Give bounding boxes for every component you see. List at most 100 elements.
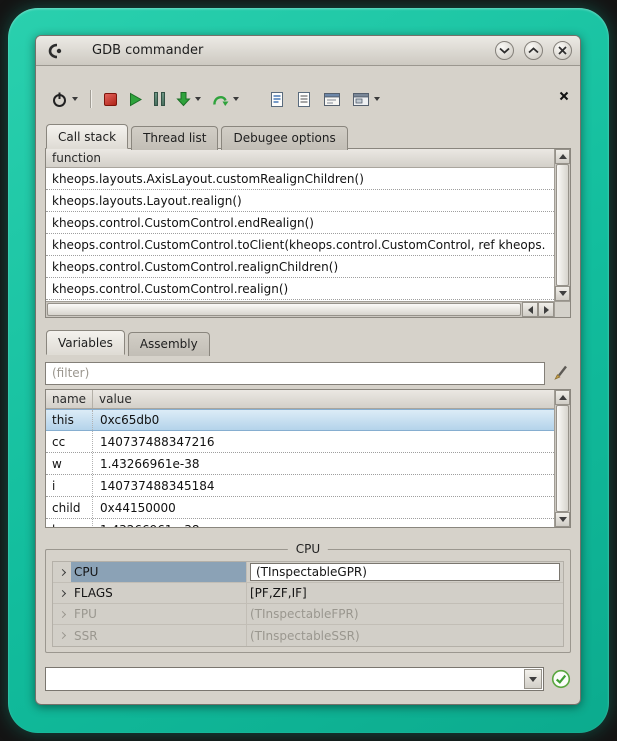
filter-input[interactable] (45, 362, 545, 385)
register-group-name[interactable]: FPU (71, 604, 247, 624)
execute-command-button[interactable] (551, 669, 571, 689)
variable-row[interactable]: cc 140737488347216 (46, 431, 554, 453)
scrollbar-thumb[interactable] (47, 303, 521, 316)
tab-thread-list[interactable]: Thread list (131, 126, 218, 150)
window-frame: GDB commander (8, 8, 609, 733)
close-icon (559, 91, 569, 101)
variable-value: 1.43266961e-38 (93, 519, 554, 527)
gdb-commander-window: GDB commander (35, 35, 581, 705)
expand-chevron-icon[interactable] (53, 583, 71, 603)
power-icon (51, 91, 68, 108)
callstack-row[interactable]: kheops.control.CustomControl.realignChil… (46, 256, 554, 278)
arrow-up-icon (559, 395, 567, 400)
callstack-row[interactable]: kheops.layouts.Layout.realign() (46, 190, 554, 212)
register-group-name[interactable]: SSR (71, 625, 247, 646)
scrollbar-track[interactable] (555, 405, 570, 512)
maximize-button[interactable] (524, 41, 543, 60)
register-group-value[interactable]: (TInspectableSSR) (247, 625, 563, 646)
pause-button[interactable] (152, 90, 167, 108)
panel-close-button[interactable] (559, 91, 569, 101)
scrollbar-corner (554, 301, 570, 317)
scroll-down-button[interactable] (555, 512, 570, 527)
cpu-register-row[interactable]: SSR (TInspectableSSR) (53, 625, 563, 646)
scroll-right-button[interactable] (538, 302, 554, 317)
cpu-groupbox: CPU CPU (TInspectableGPR) FLAGS [PF,ZF,I… (45, 549, 571, 653)
run-button[interactable] (126, 90, 145, 109)
expand-chevron-icon[interactable] (53, 625, 71, 646)
cpu-register-row[interactable]: FLAGS [PF,ZF,IF] (53, 583, 563, 604)
power-button[interactable] (49, 89, 80, 110)
filter-brush-button[interactable] (551, 363, 571, 383)
cpu-register-row[interactable]: FPU (TInspectableFPR) (53, 604, 563, 625)
scrollbar-thumb[interactable] (556, 405, 569, 512)
close-icon (558, 46, 567, 55)
dropdown-arrow-icon (195, 97, 201, 101)
arrow-up-icon (559, 154, 567, 159)
cpu-register-row[interactable]: CPU (TInspectableGPR) (53, 562, 563, 583)
register-group-value[interactable]: (TInspectableFPR) (247, 604, 563, 624)
variable-row[interactable]: b 1.43266961e-38 (46, 519, 554, 527)
expand-chevron-icon[interactable] (53, 562, 71, 582)
watch-window-icon (323, 92, 341, 107)
tab-variables[interactable]: Variables (46, 330, 125, 355)
variable-row[interactable]: i 140737488345184 (46, 475, 554, 497)
window-content: Call stack Thread list Debugee options f… (36, 86, 580, 705)
continue-button[interactable] (174, 89, 203, 109)
horizontal-scrollbar[interactable] (46, 301, 554, 317)
register-group-name[interactable]: FLAGS (71, 583, 247, 603)
variables-column-header[interactable]: name value (46, 390, 554, 409)
source-file-button[interactable] (267, 89, 287, 110)
callstack-row[interactable]: kheops.layouts.AxisLayout.customRealignC… (46, 168, 554, 190)
watch-window-button[interactable] (321, 90, 343, 109)
tab-debugee-options[interactable]: Debugee options (221, 126, 347, 150)
tab-call-stack[interactable]: Call stack (46, 124, 128, 149)
callstack-row[interactable]: kheops.control.CustomControl.endRealign(… (46, 212, 554, 234)
arrow-left-icon (528, 306, 533, 314)
variable-name: b (46, 519, 93, 527)
scroll-down-button[interactable] (555, 286, 570, 301)
command-combobox[interactable] (45, 667, 544, 691)
register-group-value[interactable]: (TInspectableGPR) (247, 562, 563, 582)
close-button[interactable] (553, 41, 572, 60)
tab-assembly[interactable]: Assembly (128, 332, 210, 356)
scroll-left-button[interactable] (522, 302, 538, 317)
stop-button[interactable] (102, 91, 119, 108)
step-over-icon (212, 92, 229, 107)
titlebar[interactable]: GDB commander (36, 36, 580, 66)
callstack-row[interactable]: kheops.control.CustomControl.realign() (46, 278, 554, 300)
scroll-up-button[interactable] (555, 149, 570, 164)
stop-icon (104, 93, 117, 106)
register-group-value[interactable]: [PF,ZF,IF] (247, 583, 563, 603)
expand-chevron-icon[interactable] (53, 604, 71, 624)
disassembly-button[interactable] (294, 89, 314, 110)
cpu-group-title: CPU (288, 542, 328, 556)
variable-row[interactable]: this 0xc65db0 (46, 409, 554, 431)
step-over-button[interactable] (210, 90, 241, 109)
scrollbar-thumb[interactable] (556, 164, 569, 286)
arrow-down-icon (559, 291, 567, 296)
variable-name: this (46, 410, 93, 430)
variable-row[interactable]: child 0x44150000 (46, 497, 554, 519)
vertical-scrollbar[interactable] (554, 390, 570, 527)
stack-tabs: Call stack Thread list Debugee options (45, 124, 571, 148)
callstack-column-header[interactable]: function (46, 149, 554, 168)
callstack-row[interactable]: kheops.control.CustomControl.toClient(kh… (46, 234, 554, 256)
combobox-dropdown-button[interactable] (524, 669, 542, 689)
minimize-button[interactable] (495, 41, 514, 60)
disassembly-icon (296, 91, 312, 108)
vertical-scrollbar[interactable] (554, 149, 570, 301)
console-window-button[interactable] (350, 90, 382, 109)
variable-name: w (46, 453, 93, 474)
filter-row (45, 361, 571, 385)
variable-value: 140737488345184 (93, 475, 554, 496)
value-column-label[interactable]: value (93, 390, 554, 408)
variable-row[interactable]: w 1.43266961e-38 (46, 453, 554, 475)
scrollbar-track[interactable] (555, 164, 570, 286)
toolbar-separator (90, 90, 92, 108)
debug-toolbar (45, 86, 571, 112)
scroll-up-button[interactable] (555, 390, 570, 405)
pause-icon (154, 92, 165, 106)
register-group-name[interactable]: CPU (71, 562, 247, 582)
register-value-editor[interactable]: (TInspectableGPR) (250, 563, 560, 581)
name-column-label[interactable]: name (46, 390, 93, 408)
